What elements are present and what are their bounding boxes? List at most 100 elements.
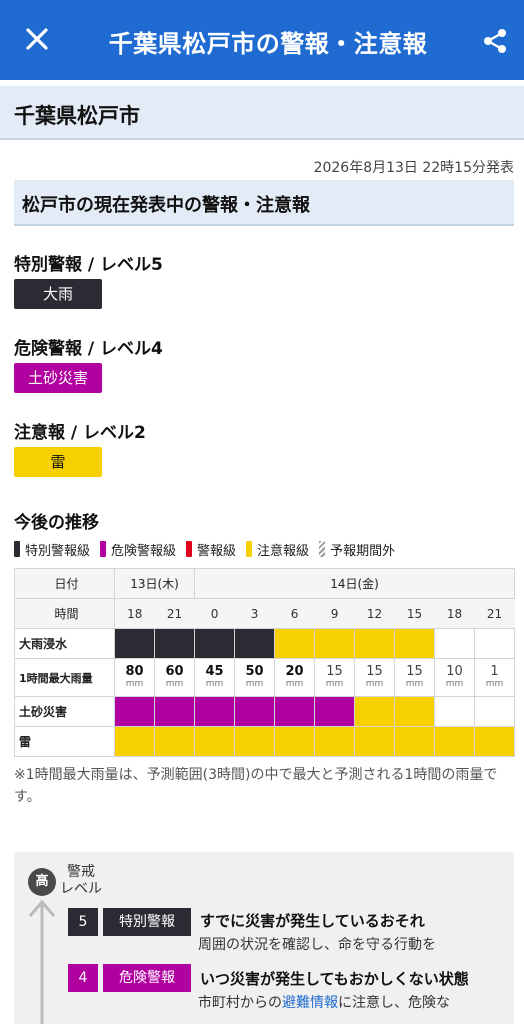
rain-value: 60 [165,664,184,679]
flood-row: 大雨浸水 [14,628,516,659]
current-warnings-header: 松戸市の現在発表中の警報・注意報 [14,180,514,226]
thunder-level-cell [153,726,196,757]
flood-level-cell [153,628,196,659]
rain-value: 1 [490,664,499,679]
rain-unit: mm [165,679,184,689]
legend-warning: 警報級 [186,540,236,559]
landslide-level-cell [274,696,316,727]
city-header: 千葉県松戸市 [0,86,524,140]
landslide-level-cell [314,696,356,727]
rain-row: 1時間最大雨量 80 mm 60 mm 45 mm 50 mm 20 mm 15 mm 15 mm 15 mm… [14,658,516,697]
thunder-level-cell [114,726,155,757]
rain-unit: mm [365,679,384,689]
legend-label: 注意報級 [257,543,310,559]
landslide-level-cell [474,696,516,727]
time-tick: 15 [394,598,435,629]
rain-unit: mm [245,679,264,689]
evacuation-info-link[interactable]: 避難情報 [282,995,338,1011]
flood-level-cell [434,628,476,659]
rain-unit: mm [285,679,304,689]
rain-amount-cell: 50 mm [234,658,276,697]
rain-amount-cell: 1 mm [474,658,516,697]
level-number: 4 [68,964,98,992]
rain-value: 15 [326,664,343,679]
rain-amount-cell: 10 mm [434,658,476,697]
rain-footnote: ※1時間最大雨量は、予測範囲(3時間)の中で最大と予測される1時間の雨量です。 [14,767,498,805]
heavy-rain-chip[interactable]: 大雨 [14,279,102,309]
flood-level-cell [394,628,436,659]
page-title: 千葉県松戸市の警報・注意報 [108,30,428,58]
level2-title: 注意報 / レベル2 [14,423,146,443]
thunder-chip[interactable]: 雷 [14,447,102,477]
time-label: 時間 [14,598,115,629]
landslide-level-cell [194,696,236,727]
legend-swatch-advisory [246,541,253,557]
rain-amount-cell: 15 mm [354,658,396,697]
rain-unit: mm [325,679,344,689]
rain-value: 15 [366,664,383,679]
high-badge: 高 [28,868,56,896]
app-bar: 千葉県松戸市の警報・注意報 [0,0,524,80]
landslide-level-cell [153,696,196,727]
date-cell: 13日(木) [113,568,196,599]
level-description: 市町村からの避難情報に注意し、危険な [198,992,450,1012]
caption-line: 警戒 [67,864,95,880]
time-tick: 0 [194,598,235,629]
forecast-legend: 特別警報級 危険警報級 警報級 注意報級 予報期間外 [14,539,405,559]
legend-label: 予報期間外 [330,543,396,559]
caption-line: レベル [60,881,102,897]
landslide-level-cell [114,696,155,727]
rain-unit: mm [405,679,424,689]
thunder-level-cell [434,726,476,757]
city-name: 千葉県松戸市 [14,104,140,128]
time-tick: 21 [474,598,515,629]
flood-level-cell [474,628,516,659]
landslide-level-cell [434,696,476,727]
close-icon[interactable] [22,24,52,54]
level-description: 周囲の状況を確認し、命を守る行動を [198,937,436,953]
legend-label: 危険警報級 [111,543,177,559]
rain-value: 15 [406,664,423,679]
landslide-row: 土砂災害 [14,696,516,727]
thunder-level-cell [394,726,436,757]
legend-swatch-danger [100,541,107,557]
forecast-table: 日付 13日(木) 14日(金) 時間 18 21 0 3 6 9 12 15 18 21 大雨浸… [14,568,516,757]
date-row: 日付 13日(木) 14日(金) [14,568,516,599]
flood-level-cell [194,628,236,659]
legend-danger: 危険警報級 [100,540,176,559]
issued-timestamp: 2026年8月13日 22時15分発表 [313,160,514,176]
row-label: 大雨浸水 [14,628,115,659]
arrow-up-icon [26,896,58,1024]
legend-advisory: 注意報級 [246,540,309,559]
rain-unit: mm [445,679,464,689]
rain-value: 10 [446,664,463,679]
row-label: 土砂災害 [14,696,115,727]
date-cell: 14日(金) [194,568,516,599]
thunder-level-cell [274,726,316,757]
share-icon[interactable] [480,26,510,56]
landslide-level-cell [234,696,276,727]
level-number: 5 [68,908,98,936]
legend-label: 警報級 [197,543,237,559]
legend-special: 特別警報級 [14,540,90,559]
rain-unit: mm [485,679,504,689]
thunder-level-cell [354,726,396,757]
rain-amount-cell: 20 mm [274,658,316,697]
rain-amount-cell: 80 mm [114,658,155,697]
flood-level-cell [354,628,396,659]
rain-amount-cell: 15 mm [314,658,356,697]
row-label: 1時間最大雨量 [14,658,115,697]
rain-value: 80 [125,664,144,679]
section-title: 松戸市の現在発表中の警報・注意報 [22,195,310,216]
landslide-level-cell [394,696,436,727]
legend-label: 特別警報級 [25,543,91,559]
flood-level-cell [314,628,356,659]
rain-amount-cell: 45 mm [194,658,236,697]
level-heading: すでに災害が発生しているおそれ [200,912,425,930]
flood-level-cell [114,628,155,659]
time-tick: 18 [434,598,475,629]
landslide-chip[interactable]: 土砂災害 [14,363,102,393]
rain-amount-cell: 15 mm [394,658,436,697]
rain-unit: mm [205,679,224,689]
rain-value: 50 [245,664,264,679]
